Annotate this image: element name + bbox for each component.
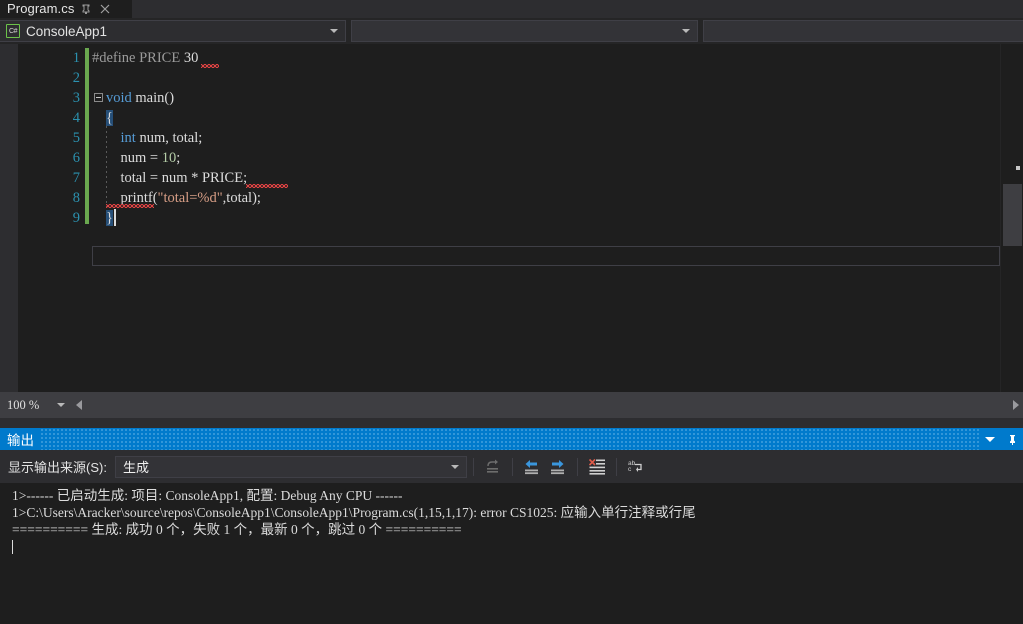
output-line: 1>------ 已启动生成: 项目: ConsoleApp1, 配置: Deb… [12,488,403,503]
visual-studio-window: Program.cs C# ConsoleApp1 1 2 3 4 5 6 7 … [0,0,1023,624]
svg-text:c: c [628,466,632,473]
code-token-semicolon: ; [176,150,181,166]
clear-all-icon[interactable] [584,455,610,479]
document-tabstrip: Program.cs [0,0,1023,18]
code-token-ten: 10 [161,150,177,166]
text-caret [114,209,116,226]
code-line-5: int num, total; [106,128,203,148]
line-number: 2 [72,70,80,86]
output-panel-title: 输出 [7,433,34,448]
line-number: 5 [72,130,80,146]
project-dropdown[interactable]: C# ConsoleApp1 [0,20,346,42]
code-token-define: #define PRICE [92,50,184,66]
panel-drag-handle[interactable] [40,428,979,450]
output-source-dropdown[interactable]: 生成 [114,455,467,478]
toolbar-separator [511,457,513,476]
zoom-level-value: 100 % [7,397,40,412]
line-number: 1 [72,50,80,66]
code-token-void: void [106,90,132,106]
output-panel-header[interactable]: 输出 [0,428,1023,450]
toolbar-separator [472,457,474,476]
line-number-gutter: 1 2 3 4 5 6 7 8 9 [18,44,88,392]
scrollbar-error-marker [1016,166,1020,170]
chevron-down-icon [450,464,459,469]
code-line-7: total = num * PRICE; [106,168,248,188]
output-source-label: 显示输出来源(S): [8,460,107,475]
type-dropdown[interactable] [350,20,699,42]
csharp-file-icon: C# [6,24,20,38]
navigate-backward-icon[interactable] [519,455,545,479]
chevron-down-icon [682,29,691,33]
line-number: 4 [72,110,80,126]
code-token-int: int [120,130,136,146]
line-number: 9 [72,210,80,226]
arrow-left-icon[interactable] [76,400,82,410]
code-line-9: } [106,208,113,228]
code-token-open-brace: { [106,110,113,126]
pin-icon[interactable] [79,1,93,17]
zoom-level-dropdown[interactable]: 100 % [0,392,72,418]
editor-left-margin [0,44,18,392]
code-token-printf-args: ,total); [222,190,261,206]
output-caret [12,540,13,554]
document-tab-label: Program.cs [7,1,75,16]
toolbar-separator [576,457,578,476]
change-tracking-bar [85,48,89,224]
code-line-4: { [106,108,113,128]
code-editor[interactable]: 1 2 3 4 5 6 7 8 9 #define PRICE 30 void … [0,44,1023,392]
editor-status-bar: 100 % [0,392,1023,418]
line-number: 6 [72,150,80,166]
error-squiggle [106,204,154,208]
navigation-bar: C# ConsoleApp1 [0,18,1023,44]
code-line-1: #define PRICE 30 [92,48,198,68]
output-panel-content[interactable]: 1>------ 已启动生成: 项目: ConsoleApp1, 配置: Deb… [0,483,1023,624]
toggle-word-wrap-icon[interactable]: ab c [623,455,649,479]
code-token-decl: num, total; [135,130,203,146]
code-line-6: num = 10; [106,148,181,168]
code-token-close-brace: } [106,210,113,226]
output-line: ========== 生成: 成功 0 个，失败 1 个，最新 0 个，跳过 0… [12,522,462,537]
code-token-format-string: "total=%d" [157,190,223,206]
member-dropdown[interactable] [703,20,1023,42]
code-text-area[interactable]: #define PRICE 30 void main() { int num, … [92,44,1000,392]
scrollbar-thumb[interactable] [1003,184,1022,246]
close-icon[interactable] [98,1,112,17]
line-number: 3 [72,90,80,106]
code-line-3: void main() [106,88,174,108]
pin-icon[interactable] [1001,428,1023,450]
jump-to-previous-icon[interactable] [480,455,506,479]
editor-vertical-scrollbar[interactable] [1000,44,1023,392]
line-number: 7 [72,170,80,186]
code-token-total-expr: total = num * PRICE; [120,170,248,186]
error-squiggle [201,64,219,68]
code-token-define-value: 30 [183,50,199,66]
chevron-down-icon[interactable] [979,428,1001,450]
output-source-value: 生成 [122,460,149,475]
editor-horizontal-scrollbar[interactable] [72,392,1023,418]
chevron-down-icon [57,403,65,407]
project-dropdown-value: ConsoleApp1 [26,23,108,39]
navigate-forward-icon[interactable] [545,455,571,479]
document-tab-program-cs[interactable]: Program.cs [0,0,132,18]
code-token-num-assign: num = [120,150,162,166]
arrow-right-icon[interactable] [1013,400,1019,410]
chevron-down-icon [329,29,338,33]
line-number: 8 [72,190,80,206]
code-token-main: main() [131,90,175,106]
output-panel-toolbar: 显示输出来源(S): 生成 ab c [0,450,1023,483]
output-line: 1>C:\Users\Aracker\source\repos\ConsoleA… [12,505,696,520]
toolbar-separator [615,457,617,476]
